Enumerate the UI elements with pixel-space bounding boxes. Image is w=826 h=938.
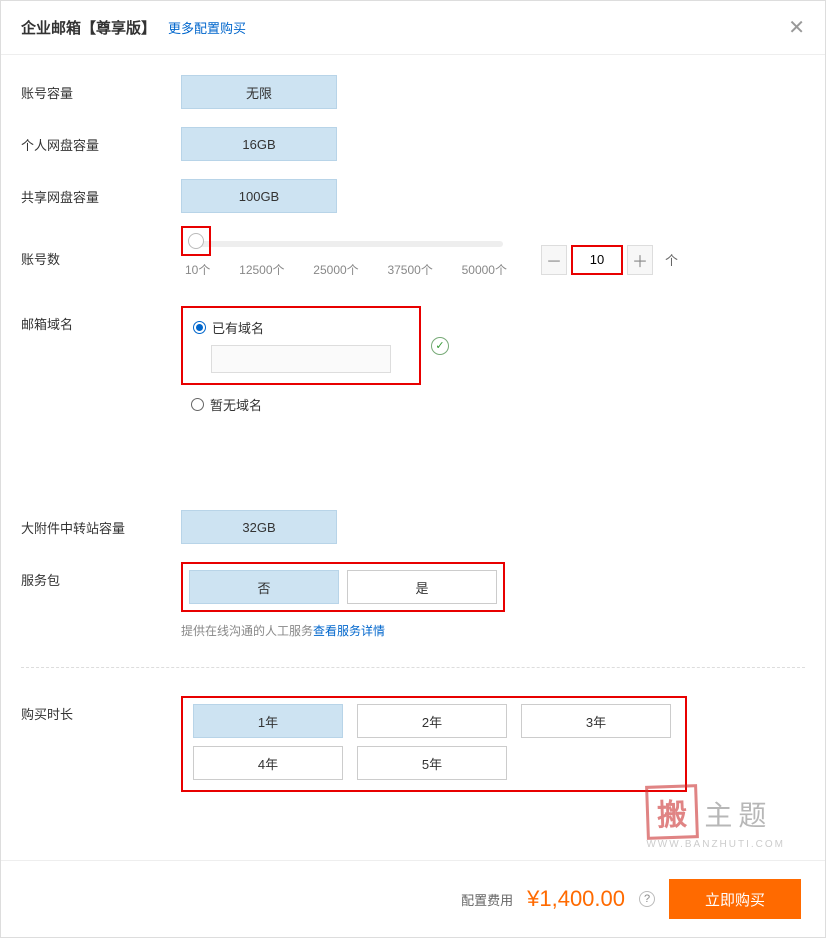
- help-icon[interactable]: ?: [639, 891, 655, 907]
- label-account-capacity: 账号容量: [21, 75, 181, 102]
- label-personal-disk: 个人网盘容量: [21, 127, 181, 154]
- modal-header: 企业邮箱【尊享版】 更多配置购买 ✕: [1, 1, 825, 55]
- footer-label: 配置费用: [461, 890, 513, 909]
- service-detail-link[interactable]: 查看服务详情: [313, 624, 385, 638]
- label-mail-domain: 邮箱域名: [21, 306, 181, 333]
- duration-1y[interactable]: 1年: [193, 704, 343, 738]
- config-modal: 企业邮箱【尊享版】 更多配置购买 ✕ 账号容量 无限 个人网盘容量 16GB 共…: [0, 0, 826, 938]
- qty-input[interactable]: [571, 245, 623, 275]
- radio-label: 已有域名: [212, 318, 264, 337]
- modal-body: 账号容量 无限 个人网盘容量 16GB 共享网盘容量 100GB 账号数 10个…: [1, 55, 825, 860]
- duration-3y[interactable]: 3年: [521, 704, 671, 738]
- chip-shared-disk[interactable]: 100GB: [181, 179, 337, 213]
- account-count-slider[interactable]: 10个 12500个 25000个 37500个 50000个: [181, 241, 511, 278]
- service-pack-group: 否 是: [181, 562, 505, 612]
- divider: [21, 667, 805, 668]
- close-icon[interactable]: ✕: [788, 15, 805, 40]
- chip-large-attach[interactable]: 32GB: [181, 510, 337, 544]
- radio-label: 暂无域名: [210, 395, 262, 414]
- domain-existing-box: 已有域名: [181, 306, 421, 385]
- buy-now-button[interactable]: 立即购买: [669, 879, 801, 919]
- watermark: 搬主题 WWW.BANZHUTI.COM: [646, 785, 785, 850]
- modal-title: 企业邮箱【尊享版】: [21, 17, 156, 38]
- slider-tick: 12500个: [239, 261, 284, 278]
- slider-handle[interactable]: [181, 226, 211, 256]
- slider-tick: 37500个: [387, 261, 432, 278]
- duration-5y[interactable]: 5年: [357, 746, 507, 780]
- domain-input[interactable]: [211, 345, 391, 373]
- slider-ticks: 10个 12500个 25000个 37500个 50000个: [181, 261, 511, 278]
- service-pack-yes[interactable]: 是: [347, 570, 497, 604]
- duration-4y[interactable]: 4年: [193, 746, 343, 780]
- check-circle-icon: ✓: [431, 337, 449, 355]
- label-service-pack: 服务包: [21, 562, 181, 589]
- slider-tick: 10个: [185, 261, 210, 278]
- radio-existing-domain[interactable]: 已有域名: [193, 318, 405, 337]
- radio-icon: [193, 321, 206, 334]
- radio-icon: [191, 398, 204, 411]
- label-account-count: 账号数: [21, 241, 181, 268]
- service-pack-no[interactable]: 否: [189, 570, 339, 604]
- label-duration: 购买时长: [21, 696, 181, 723]
- chip-account-capacity[interactable]: 无限: [181, 75, 337, 109]
- more-config-link[interactable]: 更多配置购买: [168, 18, 246, 37]
- slider-tick: 50000个: [462, 261, 507, 278]
- qty-minus-button[interactable]: －: [541, 245, 567, 275]
- duration-group: 1年 2年 3年 4年 5年: [181, 696, 687, 792]
- radio-no-domain[interactable]: 暂无域名: [191, 395, 805, 414]
- duration-2y[interactable]: 2年: [357, 704, 507, 738]
- footer-price: ¥1,400.00: [527, 886, 625, 912]
- label-shared-disk: 共享网盘容量: [21, 179, 181, 206]
- qty-unit: 个: [665, 250, 678, 269]
- qty-plus-button[interactable]: ＋: [627, 245, 653, 275]
- label-large-attach: 大附件中转站容量: [21, 510, 181, 537]
- service-pack-hint: 提供在线沟通的人工服务查看服务详情: [181, 622, 805, 639]
- chip-personal-disk[interactable]: 16GB: [181, 127, 337, 161]
- slider-tick: 25000个: [313, 261, 358, 278]
